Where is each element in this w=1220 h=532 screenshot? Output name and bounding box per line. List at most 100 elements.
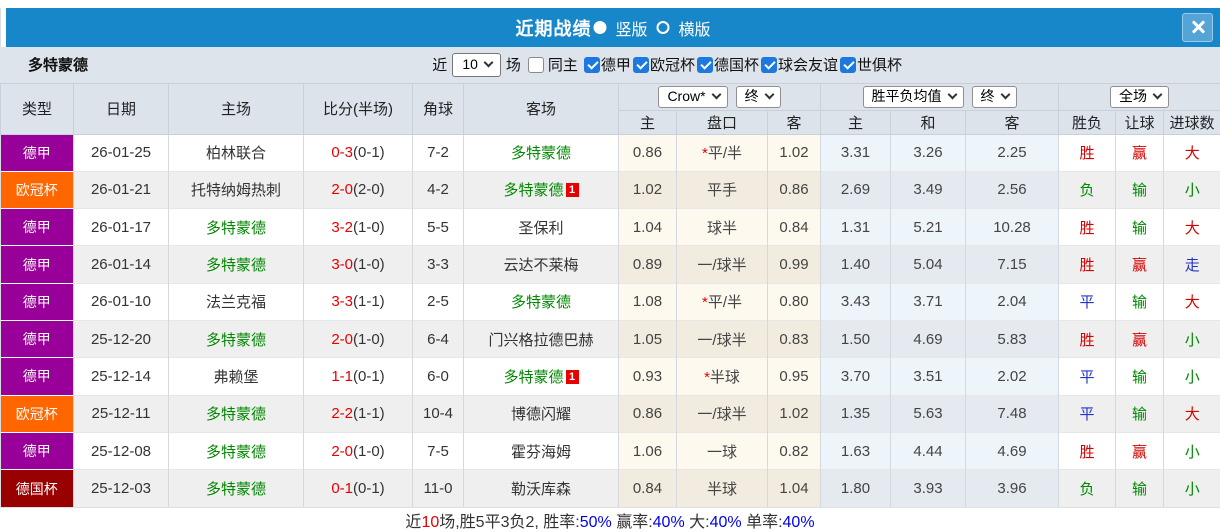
mean-draw-value: 5.21: [890, 208, 966, 246]
mean-home-value: 1.40: [820, 245, 891, 284]
col-header-date: 日期: [73, 82, 169, 135]
home-team: 多特蒙德: [205, 406, 266, 424]
away-team: 霍芬海姆: [510, 443, 571, 461]
close-button[interactable]: [1182, 12, 1213, 42]
checkbox-checked-icon: [839, 56, 856, 73]
result-goals: 大: [1162, 133, 1220, 172]
handicap-value: *半球: [676, 357, 768, 396]
result-goals: 大: [1162, 282, 1220, 321]
checkbox-label: 球会友谊: [777, 57, 838, 75]
odds-home-value: 0.84: [618, 469, 677, 507]
halftime-score: (0-1): [353, 480, 385, 498]
mean-draw-value: 3.51: [890, 357, 966, 396]
result-handicap: 赢: [1115, 245, 1164, 284]
title-group: 近期战绩 竖版 横版: [515, 15, 710, 41]
chevron-down-icon: [764, 89, 775, 100]
near-label: 近: [432, 57, 448, 75]
odds-away-value: 0.95: [767, 357, 821, 396]
odds-home-value: 0.89: [618, 245, 677, 284]
odds-time-select[interactable]: 终: [735, 85, 781, 108]
filter-checkbox-欧冠杯[interactable]: 欧冠杯: [632, 54, 695, 75]
filter-checkbox-球会友谊[interactable]: 球会友谊: [760, 54, 838, 75]
radio-vertical-layout-icon[interactable]: [593, 21, 607, 34]
match-date: 25-12-11: [73, 394, 169, 433]
fulltime-score: 2-2: [331, 405, 353, 423]
handicap-value: 一/球半: [676, 394, 768, 433]
summary-segment: 赢率:: [611, 514, 653, 531]
mean-home-value: 1.80: [820, 469, 891, 507]
score-cell: 3-0(1-0): [303, 245, 413, 284]
corner-count: 2-5: [412, 282, 464, 321]
match-count-select[interactable]: 10: [452, 52, 501, 77]
sub-header-mean-draw: 和: [890, 109, 966, 135]
col-header-away: 客场: [463, 82, 619, 135]
filter-checkbox-德甲[interactable]: 德甲: [583, 54, 631, 75]
result-handicap: 输: [1115, 469, 1164, 507]
home-team-cell: 多特蒙德: [168, 431, 304, 470]
goals-scope-select[interactable]: 全场: [1110, 85, 1169, 108]
summary-segment: 10: [421, 514, 440, 531]
summary-segment: 40%: [652, 514, 685, 531]
odds-away-value: 0.99: [767, 245, 821, 284]
odds-group-header: Crow* 终: [618, 82, 821, 111]
score-cell: 3-2(1-0): [303, 208, 413, 246]
away-team-cell: 圣保利: [463, 208, 619, 246]
away-team-cell: 霍芬海姆: [463, 431, 619, 470]
fulltime-score: 0-3: [331, 144, 353, 162]
odds-time-value: 终: [744, 88, 759, 105]
mean-draw-value: 3.26: [890, 133, 966, 172]
filter-checkbox-同主[interactable]: 同主: [527, 54, 578, 75]
odds-home-value: 1.02: [618, 170, 677, 209]
score-cell: 2-0(2-0): [303, 170, 413, 209]
radio-vertical-layout-label[interactable]: 竖版: [615, 16, 647, 40]
score-cell: 3-3(1-1): [303, 282, 413, 321]
match-date: 25-12-14: [73, 357, 169, 396]
score-cell: 0-3(0-1): [303, 133, 413, 172]
odds-source-value: Crow*: [667, 88, 706, 105]
filter-checkbox-德国杯[interactable]: 德国杯: [696, 54, 759, 75]
match-date: 26-01-10: [73, 282, 169, 321]
mean-home-value: 1.31: [820, 208, 891, 246]
odds-away-value: 1.02: [767, 133, 821, 172]
score-cell: 1-1(0-1): [303, 357, 413, 396]
result-winlose: 负: [1058, 170, 1116, 209]
filter-controls: 近 10 场 同主 德甲 欧冠杯 德国杯 球会友谊 世俱杯: [432, 52, 902, 77]
checkbox-checked-icon: [632, 56, 649, 73]
chevron-down-icon: [947, 89, 957, 100]
odds-home-value: 0.93: [618, 357, 677, 396]
star-marker: *: [701, 294, 708, 312]
odds-home-value: 1.05: [618, 320, 677, 358]
result-handicap: 输: [1115, 357, 1164, 396]
filter-checkbox-世俱杯[interactable]: 世俱杯: [839, 54, 902, 75]
col-header-type: 类型: [0, 82, 74, 135]
result-handicap: 赢: [1115, 431, 1164, 470]
result-winlose: 平: [1058, 357, 1116, 396]
handicap-value: 球半: [676, 208, 768, 246]
red-card-badge: 1: [565, 369, 579, 384]
result-handicap: 输: [1115, 282, 1164, 321]
radio-horizontal-layout-label[interactable]: 横版: [679, 16, 711, 40]
summary-segment: 场,胜5平3负2, 胜率:: [439, 514, 580, 531]
mean-time-select[interactable]: 终: [971, 85, 1017, 108]
results-table: 类型 日期 主场 比分(半场) 角球 客场 Crow* 终 胜平负均值 终 全场 主…: [0, 82, 1220, 507]
mean-draw-value: 4.44: [890, 431, 966, 470]
corner-count: 4-2: [412, 170, 464, 209]
mean-away-value: 2.56: [965, 170, 1059, 209]
odds-away-value: 0.83: [767, 320, 821, 358]
home-team: 多特蒙德: [205, 443, 266, 461]
col-header-home: 主场: [168, 82, 304, 135]
competition-type-badge: 欧冠杯: [0, 394, 74, 433]
result-goals: 走: [1162, 245, 1220, 284]
away-team-cell: 多特蒙德 1: [463, 357, 619, 396]
home-team-cell: 多特蒙德: [168, 245, 304, 284]
halftime-score: (2-0): [353, 181, 385, 199]
handicap-value: 一/球半: [676, 320, 768, 358]
odds-source-select[interactable]: Crow*: [658, 85, 728, 108]
mean-away-value: 3.96: [965, 469, 1059, 507]
away-team: 勒沃库森: [510, 481, 571, 499]
radio-horizontal-layout-icon[interactable]: [656, 21, 670, 34]
mean-away-value: 4.69: [965, 431, 1059, 470]
odds-home-value: 1.08: [618, 282, 677, 321]
result-handicap: 输: [1115, 208, 1164, 246]
mean-source-select[interactable]: 胜平负均值: [862, 85, 964, 108]
